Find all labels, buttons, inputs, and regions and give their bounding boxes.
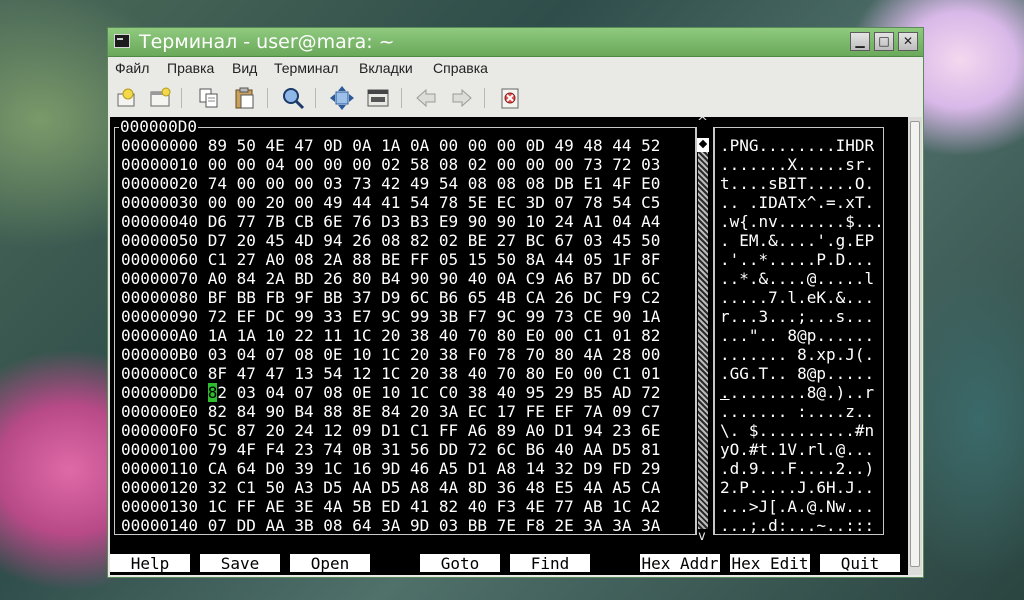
- find-key[interactable]: Find: [510, 554, 590, 572]
- hex-row[interactable]: 00000050 D7 20 45 4D 94 26 08 82 02 BE 2…: [121, 231, 660, 250]
- paste-icon[interactable]: [232, 85, 258, 111]
- ascii-row[interactable]: .'..*.....P.D...: [720, 250, 884, 269]
- copy-icon[interactable]: [196, 85, 222, 111]
- ascii-row[interactable]: ...;.d:...~..:::: [720, 516, 884, 535]
- menu-tabs[interactable]: Вкладки: [359, 60, 413, 76]
- toolbar-separator: [315, 88, 316, 108]
- hex-row[interactable]: 00000030 00 00 20 00 49 44 41 54 78 5E E…: [121, 193, 660, 212]
- window-title: Терминал - user@mara: ~: [139, 31, 395, 53]
- ascii-row[interactable]: . EM.&....'.g.EP: [720, 231, 884, 250]
- hex-row[interactable]: 00000010 00 00 04 00 00 00 02 58 08 02 0…: [121, 155, 660, 174]
- hex-row-offset: 000000D0: [121, 383, 208, 402]
- hex-row[interactable]: 00000100 79 4F F4 23 74 0B 31 56 DD 72 6…: [121, 440, 660, 459]
- toolbar-separator: [181, 88, 182, 108]
- scroll-thumb[interactable]: [697, 138, 709, 152]
- terminal-window: Терминал - user@mara: ~ ▁ □ ✕ Файл Правк…: [107, 27, 924, 578]
- title-bar[interactable]: Терминал - user@mara: ~ ▁ □ ✕: [108, 28, 923, 57]
- hex-row[interactable]: 000000F0 5C 87 20 24 12 09 D1 C1 FF A6 8…: [121, 421, 660, 440]
- scroll-track[interactable]: [698, 147, 708, 529]
- hex-row[interactable]: 00000000 89 50 4E 47 0D 0A 1A 0A 00 00 0…: [121, 136, 660, 155]
- menu-bar: Файл Правка Вид Терминал Вкладки Справка: [108, 57, 923, 81]
- hex-row[interactable]: 00000040 D6 77 7B CB 6E 76 D3 B3 E9 90 9…: [121, 212, 660, 231]
- back-icon[interactable]: [413, 85, 439, 111]
- search-icon[interactable]: [280, 85, 306, 111]
- ascii-row[interactable]: \. $..........#n: [720, 421, 884, 440]
- ascii-row[interactable]: .........8@.)..r: [720, 383, 884, 402]
- hex-row[interactable]: 00000060 C1 27 A0 08 2A 88 BE FF 05 15 5…: [121, 250, 660, 269]
- toolbar-separator: [401, 88, 402, 108]
- hex-row[interactable]: 000000D0 82 03 04 07 08 0E 10 1C C0 38 4…: [121, 383, 660, 402]
- ascii-cursor[interactable]: .: [720, 383, 730, 402]
- offset-label: 000000D0: [119, 117, 199, 136]
- ascii-row[interactable]: ...>J[.A.@.Nw...: [720, 497, 884, 516]
- function-key-bar: Help Save Open Goto Find Hex Addr Hex Ed…: [110, 553, 920, 573]
- open-key[interactable]: Open: [290, 554, 370, 572]
- hex-row[interactable]: 00000130 1C FF AE 3E 4A 5B ED 41 82 40 F…: [121, 497, 660, 516]
- scroll-up-arrow-icon[interactable]: ^: [697, 117, 708, 130]
- ascii-row[interactable]: ..*.&....@.....l: [720, 269, 884, 288]
- set-title-icon[interactable]: [365, 85, 391, 111]
- ascii-row[interactable]: .PNG........IHDR: [720, 136, 884, 155]
- ascii-row[interactable]: .GG.T.. 8@p.....: [720, 364, 884, 383]
- hex-row[interactable]: 000000B0 03 04 07 08 0E 10 1C 20 38 F0 7…: [121, 345, 660, 364]
- close-tab-icon[interactable]: [497, 85, 523, 111]
- hex-row[interactable]: 00000090 72 EF DC 99 33 E7 9C 99 3B F7 9…: [121, 307, 660, 326]
- hex-row[interactable]: 000000A0 1A 1A 10 22 11 1C 20 38 40 70 8…: [121, 326, 660, 345]
- new-tab-icon[interactable]: [114, 85, 140, 111]
- menu-terminal[interactable]: Терминал: [274, 60, 338, 76]
- ascii-panel: .PNG........IHDR .......X.....sr. t....sBI…: [713, 127, 884, 535]
- terminal-area[interactable]: 000000D0 00000000 89 50 4E 47 0D 0A 1A 0…: [110, 117, 920, 575]
- hex-row[interactable]: 00000080 BF BB FB 9F BB 37 D9 6C B6 65 4…: [121, 288, 660, 307]
- terminal-scrollbar[interactable]: [908, 117, 922, 575]
- close-button[interactable]: ✕: [898, 32, 918, 51]
- quit-key[interactable]: Quit: [820, 554, 900, 572]
- ascii-row[interactable]: ....... 8.xp.J(.: [720, 345, 884, 364]
- hex-edit-key[interactable]: Hex Edit: [730, 554, 810, 572]
- hex-row[interactable]: 00000020 74 00 00 00 03 73 42 49 54 08 0…: [121, 174, 660, 193]
- scroll-down-arrow-icon[interactable]: v: [698, 529, 706, 544]
- save-key[interactable]: Save: [200, 554, 280, 572]
- hex-row-bytes: 2 03 04 07 08 0E 10 1C C0 38 40 95 29 B5…: [217, 383, 661, 402]
- ascii-row[interactable]: .....7.l.eK.&...: [720, 288, 884, 307]
- menu-help[interactable]: Справка: [433, 60, 488, 76]
- terminal-scrollbar-thumb[interactable]: [910, 121, 920, 567]
- ascii-row[interactable]: 2.P.....J.6H.J..: [720, 478, 884, 497]
- ascii-rows[interactable]: .PNG........IHDR .......X.....sr. t....sBI…: [720, 136, 884, 535]
- hex-row[interactable]: 00000120 32 C1 50 A3 D5 AA D5 A8 4A 8D 3…: [121, 478, 660, 497]
- toolbar-separator: [267, 88, 268, 108]
- menu-file[interactable]: Файл: [115, 60, 149, 76]
- ascii-row[interactable]: .w{.nv.......$...: [720, 212, 884, 231]
- menu-view[interactable]: Вид: [232, 60, 257, 76]
- forward-icon[interactable]: [449, 85, 475, 111]
- hex-row[interactable]: 00000070 A0 84 2A BD 26 80 B4 90 90 40 0…: [121, 269, 660, 288]
- hex-row[interactable]: 00000140 07 DD AA 3B 08 64 3A 9D 03 BB 7…: [121, 516, 660, 535]
- ascii-row-text: ........8@.)..r: [729, 383, 875, 402]
- ascii-row[interactable]: .. .IDATx^.=.xT.: [720, 193, 884, 212]
- hex-rows[interactable]: 00000000 89 50 4E 47 0D 0A 1A 0A 00 00 0…: [121, 136, 660, 535]
- hex-addr-key[interactable]: Hex Addr: [640, 554, 720, 572]
- ascii-row[interactable]: yO.#t.1V.rl.@...: [720, 440, 884, 459]
- ascii-row[interactable]: .......X.....sr.: [720, 155, 884, 174]
- hex-scrollbar[interactable]: ^ v: [697, 117, 709, 544]
- hex-row[interactable]: 000000E0 82 84 90 B4 88 8E 84 20 3A EC 1…: [121, 402, 660, 421]
- hex-panel: 000000D0 00000000 89 50 4E 47 0D 0A 1A 0…: [114, 118, 697, 535]
- menu-edit[interactable]: Правка: [167, 60, 214, 76]
- hex-row[interactable]: 00000110 CA 64 D0 39 1C 16 9D 46 A5 D1 A…: [121, 459, 660, 478]
- toolbar: [108, 82, 923, 114]
- ascii-row[interactable]: .d.9...F....2..): [720, 459, 884, 478]
- toolbar-separator: [484, 88, 485, 108]
- hex-row[interactable]: 000000C0 8F 47 47 13 54 12 1C 20 38 40 7…: [121, 364, 660, 383]
- goto-key[interactable]: Goto: [420, 554, 500, 572]
- fullscreen-icon[interactable]: [329, 85, 355, 111]
- minimize-button[interactable]: ▁: [850, 32, 870, 51]
- ascii-row[interactable]: r...3...;...s...: [720, 307, 884, 326]
- edit-cursor[interactable]: 8: [207, 383, 218, 402]
- help-key[interactable]: Help: [110, 554, 190, 572]
- terminal-app-icon: [114, 34, 130, 48]
- ascii-row[interactable]: ....... :....z..: [720, 402, 884, 421]
- ascii-row[interactable]: t....sBIT.....O.: [720, 174, 884, 193]
- ascii-row[interactable]: ...".. 8@p......: [720, 326, 884, 345]
- new-window-icon[interactable]: [148, 85, 174, 111]
- maximize-button[interactable]: □: [874, 32, 894, 51]
